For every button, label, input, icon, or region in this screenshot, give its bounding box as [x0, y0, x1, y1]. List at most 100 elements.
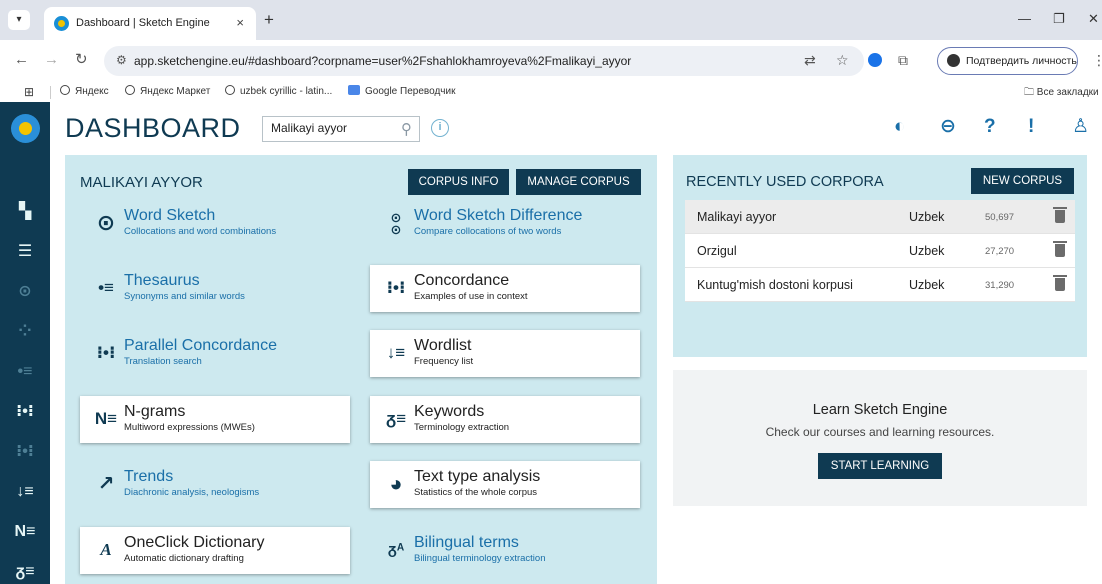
- minimize-icon[interactable]: —: [1018, 11, 1031, 26]
- bookmarks-divider: [50, 86, 51, 99]
- bookmarks-bar: ⊞ Яндекс Яндекс Маркет uzbek cyrillic - …: [0, 82, 1102, 102]
- sketch-engine-logo[interactable]: [11, 114, 40, 143]
- feature-word-sketch[interactable]: ⊙ Word Sketch Collocations and word comb…: [80, 200, 350, 247]
- bilingual-terms-icon: ᵹᴬ: [387, 541, 405, 558]
- start-learning-button[interactable]: START LEARNING: [818, 453, 942, 479]
- browser-tab-bar: ▾ Dashboard | Sketch Engine × + — ❐ ✕: [0, 0, 1102, 40]
- feature-bilingual-terms[interactable]: ᵹᴬ Bilingual terms Bilingual terminology…: [370, 527, 640, 574]
- app-sidebar: ▚ ☰ ⊙ ⁘ •≡ ⁝•⁝ ⁝•⁝ ↓≡ N≡ ᵹ≡: [0, 102, 50, 584]
- feature-oneclick-dictionary[interactable]: A OneClick Dictionary Automatic dictiona…: [80, 527, 350, 574]
- browser-menu-icon[interactable]: ⋮: [1092, 52, 1102, 68]
- feature-keywords[interactable]: ᵹ≡ Keywords Terminology extraction: [370, 396, 640, 443]
- profile-verify-button[interactable]: Подтвердить личность: [937, 47, 1078, 75]
- feature-text-type-analysis[interactable]: ◕ Text type analysis Statistics of the w…: [370, 461, 640, 508]
- profile-avatar-icon: [947, 54, 960, 67]
- word-sketch-icon: ⊙: [96, 210, 116, 235]
- recent-corpus-row[interactable]: Kuntug'mish dostoni korpusi Uzbek 31,290: [685, 268, 1075, 302]
- manage-corpus-button[interactable]: MANAGE CORPUS: [516, 169, 641, 195]
- forward-icon[interactable]: →: [44, 52, 59, 68]
- corpus-name[interactable]: Orzigul: [697, 244, 737, 258]
- reload-icon[interactable]: ↻: [75, 52, 88, 68]
- feature-word-sketch-difference[interactable]: ⊙ ⊙ Word Sketch Difference Compare colloc…: [370, 200, 640, 247]
- dashboard-icon[interactable]: ▚: [0, 194, 50, 230]
- thesaurus-nav-icon[interactable]: •≡: [0, 354, 50, 390]
- corpus-info-button[interactable]: CORPUS INFO: [408, 169, 509, 195]
- feature-thesaurus[interactable]: •≡ Thesaurus Synonyms and similar words: [80, 265, 350, 312]
- keywords-nav-icon[interactable]: ᵹ≡: [0, 554, 50, 584]
- corpus-name[interactable]: Malikayi ayyor: [697, 210, 776, 224]
- translate-icon[interactable]: ⇄: [804, 52, 816, 69]
- recent-corpus-row[interactable]: Malikayi ayyor Uzbek 50,697: [685, 200, 1075, 234]
- browser-tab[interactable]: Dashboard | Sketch Engine ×: [44, 7, 256, 40]
- feature-concordance[interactable]: ⁝•⁝ Concordance Examples of use in conte…: [370, 265, 640, 312]
- url-text[interactable]: app.sketchengine.eu/#dashboard?corpname=…: [134, 54, 631, 68]
- word-sketch-difference-icon: ⊙ ⊙: [390, 210, 402, 237]
- corpus-size: 31,290: [985, 280, 1015, 291]
- bookmark-yandex-market[interactable]: Яндекс Маркет: [125, 85, 210, 97]
- delete-trash-icon[interactable]: [1053, 275, 1067, 291]
- parallel-concordance-nav-icon[interactable]: ⁝•⁝: [0, 434, 50, 470]
- feedback-icon[interactable]: !: [1028, 116, 1034, 138]
- bookmark-uzbek-cyrillic[interactable]: uzbek cyrillic - latin...: [225, 85, 332, 97]
- user-account-icon[interactable]: ♙: [1072, 116, 1089, 138]
- learn-title: Learn Sketch Engine: [812, 402, 948, 418]
- corpus-size: 50,697: [985, 212, 1015, 223]
- corpus-size: 27,270: [985, 246, 1015, 257]
- recent-corpora-title: RECENTLY USED CORPORA: [686, 174, 884, 190]
- delete-trash-icon[interactable]: [1053, 241, 1067, 257]
- browser-nav-bar: ← → ↻ ⚙ app.sketchengine.eu/#dashboard?c…: [0, 40, 1102, 82]
- word-sketch-difference-nav-icon[interactable]: ⁘: [0, 314, 50, 350]
- corpus-title: MALIKAYI AYYOR: [80, 174, 203, 191]
- feature-wordlist[interactable]: ↓≡ Wordlist Frequency list: [370, 330, 640, 377]
- info-icon[interactable]: i: [431, 119, 449, 137]
- thesaurus-icon: •≡: [98, 278, 114, 297]
- trends-icon: ↗: [97, 473, 115, 495]
- extension-icon[interactable]: [868, 53, 882, 67]
- apps-grid-icon[interactable]: ⊞: [24, 85, 34, 99]
- theme-toggle-icon[interactable]: ◐: [894, 116, 905, 138]
- word-sketch-nav-icon[interactable]: ⊙: [0, 274, 50, 310]
- ngrams-nav-icon[interactable]: N≡: [0, 514, 50, 550]
- concordance-nav-icon[interactable]: ⁝•⁝: [0, 394, 50, 430]
- window-close-icon[interactable]: ✕: [1088, 11, 1099, 27]
- folder-icon: 🗀: [1024, 87, 1037, 98]
- corpus-language: Uzbek: [909, 210, 945, 224]
- bookmark-star-icon[interactable]: ☆: [836, 52, 849, 69]
- ngrams-icon: N≡: [94, 409, 118, 428]
- learn-sketch-engine-panel: Learn Sketch Engine Check our courses an…: [673, 370, 1087, 506]
- wordlist-nav-icon[interactable]: ↓≡: [0, 474, 50, 510]
- corpus-search-input[interactable]: [271, 121, 389, 135]
- app-topbar: DASHBOARD ⚲ i ◐ ⊖ ? ! ♙: [50, 102, 1102, 152]
- tab-title: Dashboard | Sketch Engine: [76, 17, 210, 29]
- recent-corpus-row[interactable]: Orzigul Uzbek 27,270: [685, 234, 1075, 268]
- site-settings-icon[interactable]: ⚙: [116, 53, 127, 67]
- tab-close-icon[interactable]: ×: [236, 15, 244, 30]
- link-icon[interactable]: ⊖: [940, 116, 956, 138]
- tab-search-icon[interactable]: ▾: [8, 10, 30, 30]
- corpus-name[interactable]: Kuntug'mish dostoni korpusi: [697, 278, 853, 292]
- delete-trash-icon[interactable]: [1053, 207, 1067, 223]
- bookmark-google-translate[interactable]: Google Переводчик: [348, 85, 455, 97]
- back-icon[interactable]: ←: [14, 52, 29, 68]
- wordlist-icon: ↓≡: [386, 343, 406, 362]
- address-bar[interactable]: ⚙ app.sketchengine.eu/#dashboard?corpnam…: [104, 46, 864, 76]
- bookmark-yandex[interactable]: Яндекс: [60, 85, 109, 97]
- new-tab-icon[interactable]: +: [264, 11, 274, 28]
- new-corpus-button[interactable]: NEW CORPUS: [971, 168, 1074, 194]
- extensions-puzzle-icon[interactable]: ⧉: [898, 52, 908, 68]
- feature-parallel-concordance[interactable]: ⁝•⁝ Parallel Concordance Translation sea…: [80, 330, 350, 377]
- search-icon[interactable]: ⚲: [401, 120, 412, 138]
- corpus-language: Uzbek: [909, 244, 945, 258]
- concordance-icon: ⁝•⁝: [386, 278, 406, 297]
- help-icon[interactable]: ?: [984, 116, 996, 138]
- parallel-concordance-icon: ⁝•⁝: [96, 343, 116, 362]
- feature-ngrams[interactable]: N≡ N-grams Multiword expressions (MWEs): [80, 396, 350, 443]
- restore-icon[interactable]: ❐: [1053, 11, 1065, 27]
- all-bookmarks[interactable]: 🗀 Все закладки: [1024, 85, 1099, 102]
- feature-trends[interactable]: ↗ Trends Diachronic analysis, neologisms: [80, 461, 350, 508]
- sketch-engine-favicon: [54, 16, 69, 31]
- corpus-selector[interactable]: ⚲: [262, 116, 420, 142]
- corpora-list-icon[interactable]: ☰: [0, 234, 50, 270]
- recent-corpora-panel: RECENTLY USED CORPORA NEW CORPUS Malikay…: [673, 155, 1087, 357]
- recent-corpora-list: Malikayi ayyor Uzbek 50,697 Orzigul Uzbe…: [685, 200, 1075, 302]
